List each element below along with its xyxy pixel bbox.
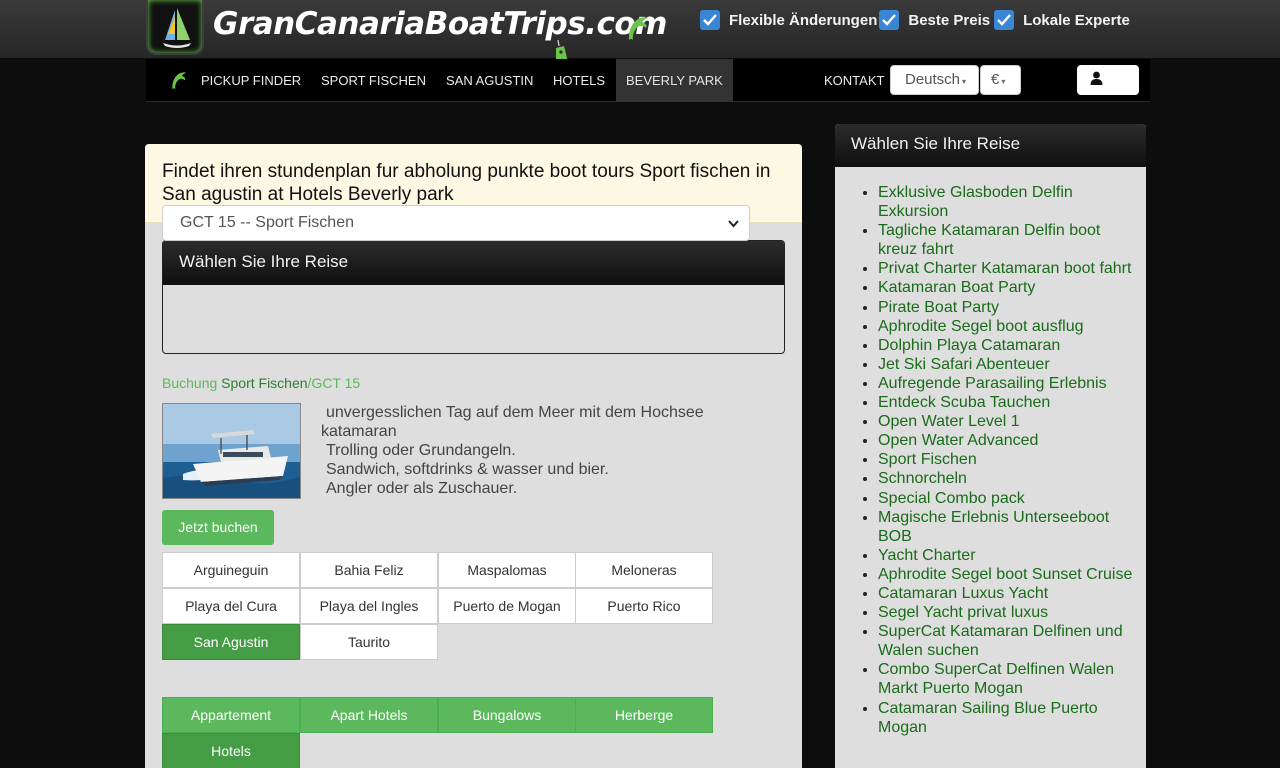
- checkbox-checked-icon: [994, 10, 1015, 30]
- trip-link[interactable]: Pirate Boat Party: [878, 298, 1140, 317]
- logo[interactable]: [146, 0, 204, 55]
- currency-value: €: [991, 71, 1000, 88]
- trip-link[interactable]: Catamaran Sailing Blue Puerto Mogan: [878, 699, 1140, 737]
- trip-link[interactable]: Entdeck Scuba Tauchen: [878, 393, 1140, 412]
- type-button[interactable]: Apart Hotels: [300, 697, 438, 733]
- location-button[interactable]: Playa del Ingles: [300, 588, 438, 624]
- language-value: Deutsch: [905, 71, 961, 88]
- feature-flexible: Flexible Änderungen: [700, 10, 877, 30]
- trip-select[interactable]: GCT 15 -- Sport Fischen: [162, 205, 750, 241]
- dolphin-icon[interactable]: [169, 70, 189, 92]
- feature-list: Flexible Änderungen Beste Preis Lokale E…: [700, 8, 1132, 32]
- feature-label: Beste Preis: [908, 11, 991, 29]
- sailboard-logo-icon: [163, 8, 191, 48]
- location-button[interactable]: Playa del Cura: [162, 588, 300, 624]
- feature-local-expert: Lokale Experte: [994, 10, 1130, 30]
- location-button-active[interactable]: San Agustin: [162, 624, 300, 660]
- trip-link[interactable]: Segel Yacht privat luxus: [878, 603, 1140, 622]
- nav-hotels[interactable]: HOTELS: [543, 59, 615, 102]
- trip-link[interactable]: Open Water Level 1: [878, 412, 1140, 431]
- trip-link[interactable]: Tagliche Katamaran Delfin boot kreuz fah…: [878, 221, 1140, 259]
- description-line: Angler oder als Zuschauer.: [326, 480, 518, 497]
- caret-down-icon: ▾: [962, 77, 967, 86]
- currency-select[interactable]: € ▾: [980, 65, 1021, 95]
- type-button[interactable]: Bungalows: [438, 697, 576, 733]
- caret-down-icon: ▾: [1001, 77, 1006, 86]
- language-select[interactable]: Deutsch ▾: [890, 65, 979, 95]
- trip-description: unvergesslichen Tag auf dem Meer mit dem…: [321, 403, 741, 498]
- breadcrumb: Buchung Sport Fischen/GCT 15: [162, 375, 360, 391]
- boat-photo: [162, 403, 301, 499]
- description-line: Trolling oder Grundangeln.: [326, 442, 516, 459]
- feature-label: Lokale Experte: [1023, 11, 1130, 29]
- trip-link[interactable]: Combo SuperCat Delfinen Walen Markt Puer…: [878, 660, 1140, 698]
- type-button[interactable]: Herberge: [575, 697, 713, 733]
- trip-link[interactable]: Aphrodite Segel boot Sunset Cruise: [878, 565, 1140, 584]
- location-button[interactable]: Puerto de Mogan: [438, 588, 576, 624]
- description-line: unvergesslichen Tag auf dem Meer mit dem…: [326, 404, 704, 421]
- trip-link[interactable]: Katamaran Boat Party: [878, 278, 1140, 297]
- type-button[interactable]: Appartement: [162, 697, 300, 733]
- nav-beverly-park[interactable]: BEVERLY PARK: [616, 59, 733, 102]
- main-content: Findet ihren stundenplan fur abholung pu…: [145, 144, 802, 768]
- top-header: GranCanariaBoatTrips.com Flexible Änderu…: [0, 0, 1280, 75]
- trip-link[interactable]: Jet Ski Safari Abenteuer: [878, 355, 1140, 374]
- dolphin-icon: [628, 17, 648, 40]
- location-button[interactable]: Meloneras: [575, 552, 713, 588]
- trip-sidebar: Wählen Sie Ihre Reise Exklusive Glasbode…: [835, 124, 1146, 768]
- feature-best-price: Beste Preis: [879, 10, 990, 30]
- location-button[interactable]: Taurito: [300, 624, 438, 660]
- main-navbar: PICKUP FINDER SPORT FISCHEN SAN AGUSTIN …: [146, 59, 1150, 102]
- trip-link[interactable]: Schnorcheln: [878, 469, 1140, 488]
- checkbox-checked-icon: [700, 10, 720, 30]
- breadcrumb-code: /GCT 15: [307, 375, 361, 391]
- trip-link[interactable]: Magische Erlebnis Unterseeboot BOB: [878, 508, 1140, 546]
- nav-pickup-finder[interactable]: PICKUP FINDER: [191, 59, 311, 102]
- user-icon: [1090, 71, 1103, 85]
- trip-link[interactable]: Privat Charter Katamaran boot fahrt: [878, 259, 1140, 278]
- nav-san-agustin[interactable]: SAN AGUSTIN: [436, 59, 543, 102]
- trip-link[interactable]: Sport Fischen: [878, 450, 1140, 469]
- feature-label: Flexible Änderungen: [729, 11, 878, 29]
- location-button[interactable]: Bahia Feliz: [300, 552, 438, 588]
- trip-list: Exklusive Glasboden Delfin Exkursion Tag…: [878, 183, 1140, 737]
- user-account-button[interactable]: [1077, 65, 1139, 95]
- trip-link[interactable]: Exklusive Glasboden Delfin Exkursion: [878, 183, 1140, 221]
- description-line: katamaran: [321, 423, 397, 440]
- description-line: Sandwich, softdrinks & wasser und bier.: [326, 461, 609, 478]
- trip-link[interactable]: Yacht Charter: [878, 546, 1140, 565]
- trip-link[interactable]: Special Combo pack: [878, 489, 1140, 508]
- trip-link[interactable]: SuperCat Katamaran Delfinen und Walen su…: [878, 622, 1140, 660]
- nav-kontakt[interactable]: KONTAKT: [814, 59, 894, 102]
- panel-heading: Wählen Sie Ihre Reise: [163, 241, 784, 285]
- trip-link[interactable]: Aphrodite Segel boot ausflug: [878, 317, 1140, 336]
- chevron-down-icon: [728, 206, 739, 240]
- brand-name[interactable]: GranCanariaBoatTrips.com: [213, 6, 667, 42]
- location-button[interactable]: Arguineguin: [162, 552, 300, 588]
- breadcrumb-trip[interactable]: Sport Fischen: [221, 375, 307, 391]
- trip-link[interactable]: Open Water Advanced: [878, 431, 1140, 450]
- book-now-button[interactable]: Jetzt buchen: [162, 510, 274, 545]
- nav-sport-fischen[interactable]: SPORT FISCHEN: [311, 59, 436, 102]
- type-button-active[interactable]: Hotels: [162, 733, 300, 768]
- breadcrumb-booking[interactable]: Buchung: [162, 375, 217, 391]
- checkbox-checked-icon: [879, 10, 900, 30]
- trip-link[interactable]: Aufregende Parasailing Erlebnis: [878, 374, 1140, 393]
- trip-selector-panel: Wählen Sie Ihre Reise: [162, 240, 785, 354]
- trip-link[interactable]: Catamaran Luxus Yacht: [878, 584, 1140, 603]
- sidebar-heading: Wählen Sie Ihre Reise: [835, 124, 1146, 167]
- trip-select-value: GCT 15 -- Sport Fischen: [180, 214, 354, 231]
- location-button[interactable]: Maspalomas: [438, 552, 576, 588]
- location-button[interactable]: Puerto Rico: [575, 588, 713, 624]
- trip-link[interactable]: Dolphin Playa Catamaran: [878, 336, 1140, 355]
